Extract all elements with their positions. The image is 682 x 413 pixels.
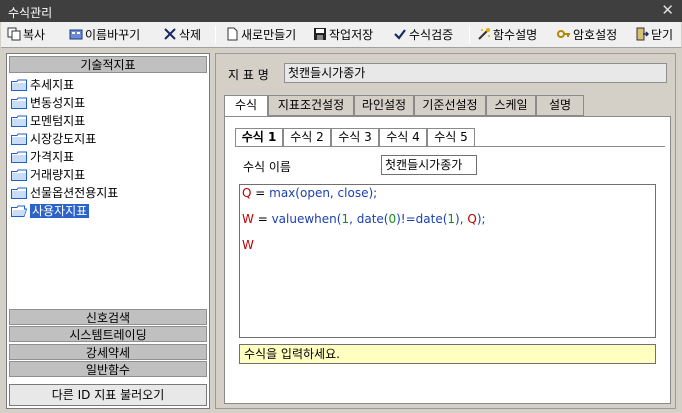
load-other-id-button[interactable]: 다른 ID 지표 불러오기 xyxy=(9,384,207,406)
folder-icon xyxy=(11,97,27,109)
folder-icon xyxy=(11,187,27,199)
tab-formula-5[interactable]: 수식 5 xyxy=(427,128,475,147)
tab-scale[interactable]: 스케일 xyxy=(486,95,536,116)
tree-item-market-strength[interactable]: 시장강도지표 xyxy=(10,130,118,148)
folder-icon xyxy=(11,169,27,181)
tab-baseline-settings[interactable]: 기준선설정 xyxy=(414,95,486,116)
check-icon xyxy=(393,27,407,41)
folder-icon xyxy=(11,133,27,145)
func-help-button[interactable]: 함수설명 xyxy=(477,25,537,45)
tab-line-settings[interactable]: 라인설정 xyxy=(354,95,414,116)
title-bar: 수식관리 ✕ xyxy=(0,0,682,22)
rename-button[interactable]: 이름바꾸기 xyxy=(69,25,140,45)
category-signal-search[interactable]: 신호검색 xyxy=(9,309,207,325)
category-bull-bear[interactable]: 강세약세 xyxy=(9,344,207,360)
close-window-icon[interactable]: ✕ xyxy=(661,1,674,19)
save-button[interactable]: 작업저장 xyxy=(313,25,373,45)
tab-formula-1[interactable]: 수식 1 xyxy=(235,128,283,147)
tree-item-volatility[interactable]: 변동성지표 xyxy=(10,94,118,112)
toolbar: 복사 이름바꾸기 삭제 새로만들기 작업저장 수식검증 함수설명 암호설정 닫기 xyxy=(1,22,681,48)
formula-hint-bar: 수식을 입력하세요. xyxy=(239,344,656,364)
code-line-3: W xyxy=(242,238,254,252)
tab-indicator-conditions[interactable]: 지표조건설정 xyxy=(268,95,354,116)
verify-button[interactable]: 수식검증 xyxy=(393,25,453,45)
new-button[interactable]: 새로만들기 xyxy=(225,25,296,45)
indicator-tree-panel: 기술적지표 추세지표 변동성지표 모멘텀지표 시장강도지표 가격지표 거래량지표 xyxy=(6,53,210,409)
tree-item-price[interactable]: 가격지표 xyxy=(10,148,118,166)
delete-icon xyxy=(163,27,177,41)
code-line-1: Q = max(open, close); xyxy=(242,186,378,200)
tree-item-volume[interactable]: 거래량지표 xyxy=(10,166,118,184)
tab-formula-3[interactable]: 수식 3 xyxy=(331,128,379,147)
close-button[interactable]: 닫기 xyxy=(635,25,673,45)
open-folder-icon xyxy=(11,205,27,217)
toolbar-separator xyxy=(469,26,470,44)
tree-item-futures-options[interactable]: 선물옵션전용지표 xyxy=(10,184,118,202)
copy-button[interactable]: 복사 xyxy=(7,25,45,45)
password-button[interactable]: 암호설정 xyxy=(557,25,617,45)
rename-icon xyxy=(69,27,83,41)
delete-button[interactable]: 삭제 xyxy=(163,25,201,45)
formula-name-label: 수식 이름 xyxy=(243,160,291,174)
tree-header[interactable]: 기술적지표 xyxy=(9,56,207,73)
toolbar-separator xyxy=(215,26,216,44)
save-icon xyxy=(313,27,327,41)
key-icon xyxy=(557,27,571,41)
folder-icon xyxy=(11,115,27,127)
folder-icon xyxy=(11,151,27,163)
formula-editor-panel: 지 표 명 첫캔들시가종가 수식 지표조건설정 라인설정 기준선설정 스케일 설… xyxy=(215,53,676,409)
tree-item-trend[interactable]: 추세지표 xyxy=(10,76,118,94)
new-doc-icon xyxy=(225,27,239,41)
tab-divider xyxy=(235,146,665,147)
indicator-tree: 추세지표 변동성지표 모멘텀지표 시장강도지표 가격지표 거래량지표 선물옵션전… xyxy=(10,76,118,220)
formula-name-field[interactable]: 첫캔들시가종가 xyxy=(381,155,477,175)
formula-code-editor[interactable]: Q = max(open, close); W = valuewhen(1, d… xyxy=(239,184,656,338)
tab-formula-2[interactable]: 수식 2 xyxy=(283,128,331,147)
tree-item-user-indicator[interactable]: 사용자지표 xyxy=(10,202,118,220)
tab-formula[interactable]: 수식 xyxy=(224,95,268,117)
wand-icon xyxy=(477,27,491,41)
copy-icon xyxy=(7,27,21,41)
folder-icon xyxy=(11,79,27,91)
indicator-name-field[interactable]: 첫캔들시가종가 xyxy=(284,63,667,83)
indicator-name-label: 지 표 명 xyxy=(228,68,269,82)
category-system-trading[interactable]: 시스템트레이딩 xyxy=(9,326,207,342)
tab-formula-4[interactable]: 수식 4 xyxy=(379,128,427,147)
formula-tab-panel: 수식 1 수식 2 수식 3 수식 4 수식 5 수식 이름 첫캔들시가종가 Q… xyxy=(224,116,671,404)
window-title: 수식관리 xyxy=(8,6,53,20)
category-general-functions[interactable]: 일반함수 xyxy=(9,361,207,377)
code-line-2: W = valuewhen(1, date(0)!=date(1), Q); xyxy=(242,212,486,226)
tree-item-momentum[interactable]: 모멘텀지표 xyxy=(10,112,118,130)
tab-description[interactable]: 설명 xyxy=(536,95,584,116)
exit-icon xyxy=(635,27,650,41)
